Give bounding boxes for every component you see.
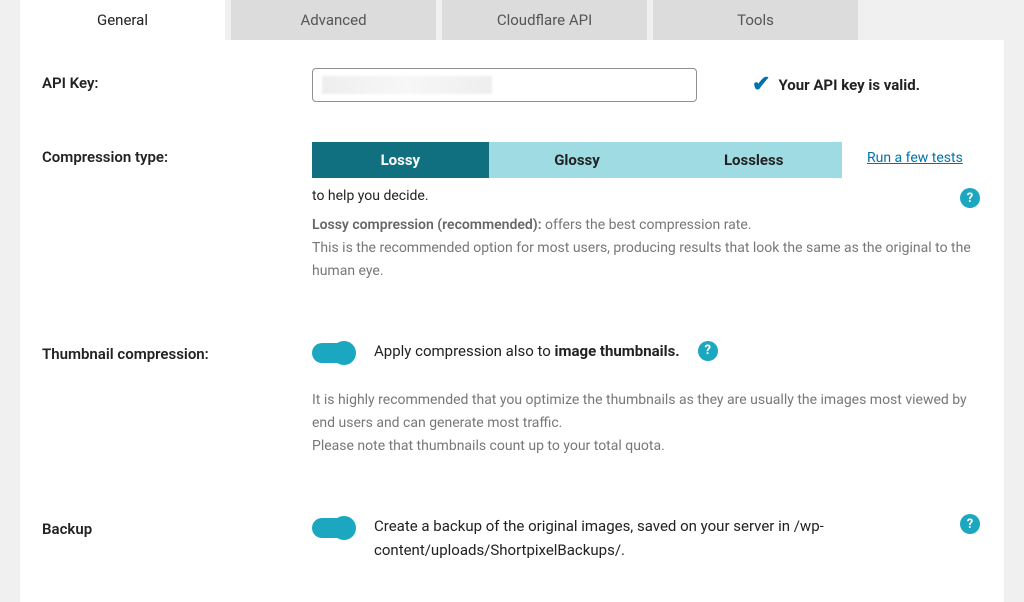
api-key-valid-status: ✔ Your API key is valid.: [752, 72, 920, 97]
thumbnail-compression-label: Thumbnail compression:: [42, 339, 312, 363]
compression-desc-bold: Lossy compression (recommended):: [312, 217, 542, 233]
backup-toggle[interactable]: [312, 518, 354, 538]
tab-bar: General Advanced Cloudflare API Tools: [20, 0, 1004, 40]
settings-panel: API Key: ✔ Your API key is valid. Compre…: [20, 40, 1004, 602]
thumbnail-toggle-text: Apply compression also to image thumbnai…: [374, 342, 680, 360]
help-icon[interactable]: ?: [698, 341, 718, 361]
compression-desc-tail: offers the best compression rate.: [542, 217, 752, 233]
compression-desc2: This is the recommended option for most …: [312, 237, 980, 283]
compression-help-tail: to help you decide.: [312, 186, 980, 208]
thumbnail-toggle[interactable]: [312, 343, 354, 363]
backup-label: Backup: [42, 514, 312, 538]
tab-general[interactable]: General: [20, 0, 225, 40]
compression-option-glossy[interactable]: Glossy: [489, 142, 666, 178]
run-tests-link[interactable]: Run a few tests: [867, 150, 963, 166]
tab-cloudflare-api[interactable]: Cloudflare API: [442, 0, 647, 40]
compression-option-lossy[interactable]: Lossy: [312, 142, 489, 178]
tab-tools[interactable]: Tools: [653, 0, 858, 40]
tab-advanced[interactable]: Advanced: [231, 0, 436, 40]
help-icon[interactable]: ?: [960, 188, 980, 208]
api-key-masked: [322, 76, 492, 94]
api-key-valid-text: Your API key is valid.: [778, 76, 920, 94]
thumbnail-desc2: Please note that thumbnails count up to …: [312, 435, 980, 458]
compression-segmented-control: Lossy Glossy Lossless: [312, 142, 842, 178]
backup-toggle-text: Create a backup of the original images, …: [374, 514, 914, 562]
compression-option-lossless[interactable]: Lossless: [665, 142, 842, 178]
api-key-label: API Key:: [42, 68, 312, 92]
thumbnail-desc1: It is highly recommended that you optimi…: [312, 389, 980, 435]
check-icon: ✔: [752, 72, 770, 97]
compression-type-label: Compression type:: [42, 142, 312, 166]
